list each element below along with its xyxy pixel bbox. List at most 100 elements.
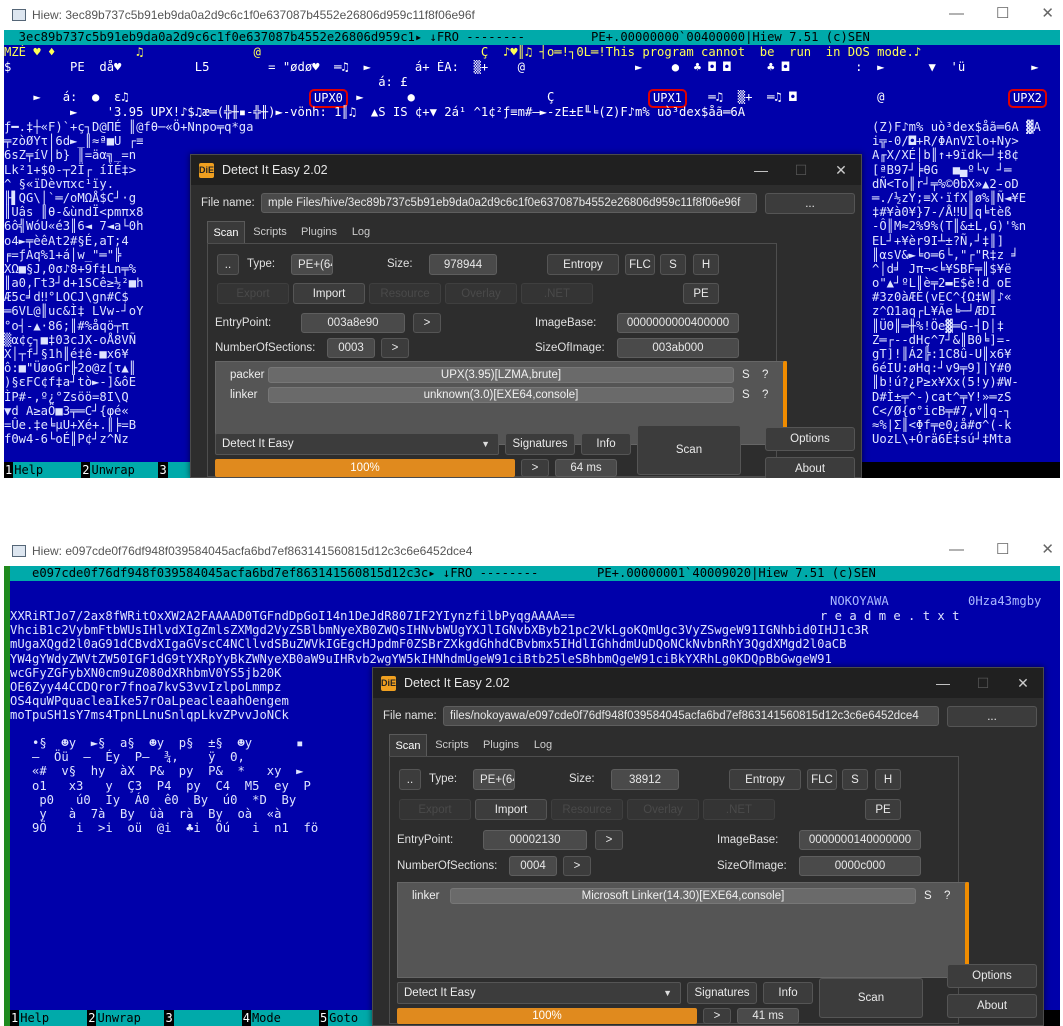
maximize-icon[interactable]: ☐ <box>996 6 1009 22</box>
result-signature-button[interactable]: S <box>742 389 762 401</box>
more-button[interactable]: .. <box>217 254 239 275</box>
browse-button[interactable]: ... <box>947 706 1037 727</box>
file-name-field[interactable]: files/nokoyawa/e097cde0f76df948f03958404… <box>443 706 939 726</box>
hiew-text-line: 6éIU:øHq:┘v9╤9]|Y#Θ <box>872 361 1012 376</box>
tab-plugins[interactable]: Plugins <box>295 221 343 243</box>
close-icon[interactable]: ✕ <box>821 155 861 185</box>
imagebase-label: ImageBase: <box>717 834 779 846</box>
minimize-icon[interactable]: — <box>923 668 963 698</box>
export-button[interactable]: Export <box>217 283 289 304</box>
tab-scan[interactable]: Scan <box>207 221 245 243</box>
entrypoint-go-button[interactable]: > <box>413 313 441 333</box>
type-select[interactable]: PE+(64) <box>473 769 515 790</box>
strings-button[interactable]: S <box>660 254 686 275</box>
hex-button[interactable]: H <box>875 769 901 790</box>
entropy-button[interactable]: Entropy <box>729 769 801 790</box>
function-key[interactable]: 1 Help <box>10 1010 88 1026</box>
info-button[interactable]: Info <box>763 982 813 1004</box>
options-button[interactable]: Options <box>947 964 1037 988</box>
sizeofimage-label: SizeOfImage: <box>717 860 787 872</box>
hiew-text-line: y à 7à By ûà rà By oà «à <box>10 806 282 821</box>
browse-button[interactable]: ... <box>765 193 855 214</box>
hiew-text-line: $ PE då♥ L5 = "ødø♥ ═♫ ► á+ ÉA: ▒+ @ ► ●… <box>4 60 1039 74</box>
type-select[interactable]: PE+(64) <box>291 254 333 275</box>
die-titlebar[interactable]: DiE Detect It Easy 2.02 — ☐ ✕ <box>191 155 861 185</box>
hiew-text-line: «# v§ hy àX P& py P& * xy ► <box>10 764 304 779</box>
engine-select[interactable]: Detect It Easy ▼ <box>397 982 681 1004</box>
about-button[interactable]: About <box>765 457 855 478</box>
signatures-button[interactable]: Signatures <box>505 433 575 455</box>
function-key-label: Unwrap <box>90 462 159 478</box>
signatures-button[interactable]: Signatures <box>687 982 757 1004</box>
strings-button[interactable]: S <box>842 769 868 790</box>
hiew-text-line: — Öü — Éy P— ¾, ÿ Θ, <box>10 750 245 765</box>
resource-button[interactable]: Resource <box>369 283 441 304</box>
result-row[interactable]: linker unknown(3.0)[EXE64,console] S ? <box>216 386 786 404</box>
hiew-text-line: p0 ú0 Iy Á0 ê0 By ú0 *D By <box>10 792 297 807</box>
entropy-button[interactable]: Entropy <box>547 254 619 275</box>
options-button[interactable]: Options <box>765 427 855 451</box>
overlay-button[interactable]: Overlay <box>627 799 699 820</box>
tab-scripts[interactable]: Scripts <box>247 221 293 243</box>
tab-log[interactable]: Log <box>527 734 559 756</box>
result-signature-button[interactable]: S <box>742 369 762 381</box>
hiew-text-line: D#Ì±╤^-)cat^╤Y!»═zS <box>872 389 1012 404</box>
tab-scan[interactable]: Scan <box>389 734 427 756</box>
maximize-icon[interactable]: ☐ <box>996 542 1009 558</box>
hiew-text-line: 9Ö i >i oü @i ♣i Öú i n1 fö <box>10 821 319 836</box>
net-button[interactable]: .NET <box>521 283 593 304</box>
result-row[interactable]: linker Microsoft Linker(14.30)[EXE64,con… <box>398 887 968 905</box>
function-key[interactable]: 2 Unwrap <box>87 1010 165 1026</box>
entrypoint-value: 003a8e90 <box>301 313 405 333</box>
hiew-text-line: z^Ω1aq┌L¥Ãe╘─┘ÆDI <box>872 304 997 319</box>
minimize-icon[interactable]: — <box>949 542 964 558</box>
hiew-text-line: ═./½zY;≡X·ïfX║ø%║Ñ◄¥E <box>872 190 1027 205</box>
result-row[interactable]: packer UPX(3.95)[LZMA,brute] S ? <box>216 366 786 384</box>
die-titlebar[interactable]: DiE Detect It Easy 2.02 — ☐ ✕ <box>373 668 1043 698</box>
about-button[interactable]: About <box>947 994 1037 1018</box>
maximize-icon: ☐ <box>976 674 990 691</box>
function-key[interactable]: 3 <box>164 1010 242 1026</box>
close-icon[interactable]: ✕ <box>1041 542 1054 558</box>
minimize-icon[interactable]: — <box>741 155 781 185</box>
result-value: Microsoft Linker(14.30)[EXE64,console] <box>450 888 916 904</box>
scan-button[interactable]: Scan <box>819 978 923 1018</box>
tab-scripts[interactable]: Scripts <box>429 734 475 756</box>
export-button[interactable]: Export <box>399 799 471 820</box>
minimize-icon[interactable]: — <box>949 6 964 22</box>
hiew-window-titlebar[interactable]: Hiew: e097cde0f76df948f039584045acfa6bd7… <box>4 536 1060 566</box>
hiew-window-titlebar[interactable]: Hiew: 3ec89b737c5b91eb9da0a2d9c6c1f0e637… <box>4 0 1060 30</box>
sections-go-button[interactable]: > <box>381 338 409 358</box>
hiew-text-line: EL┘+¥èr9I┴±?Ñ,┘‡║] <box>872 233 1005 248</box>
pe-button[interactable]: PE <box>865 799 901 820</box>
function-key[interactable]: 4 Mode <box>241 1010 319 1026</box>
flc-button[interactable]: FLC <box>625 254 655 275</box>
import-button[interactable]: Import <box>475 799 547 820</box>
flc-button[interactable]: FLC <box>807 769 837 790</box>
hex-button[interactable]: H <box>693 254 719 275</box>
result-signature-button[interactable]: S <box>924 890 944 902</box>
function-key[interactable]: 1 Help <box>4 462 82 478</box>
tab-plugins[interactable]: Plugins <box>477 734 525 756</box>
scan-button[interactable]: Scan <box>637 425 741 475</box>
function-key[interactable]: 2 Unwrap <box>81 462 159 478</box>
net-button[interactable]: .NET <box>703 799 775 820</box>
overlay-button[interactable]: Overlay <box>445 283 517 304</box>
engine-select-value: Detect It Easy <box>404 987 476 999</box>
function-key-label: Mode <box>250 1010 319 1026</box>
entrypoint-go-button[interactable]: > <box>595 830 623 850</box>
info-button[interactable]: Info <box>581 433 631 455</box>
file-name-field[interactable]: mple Files/hive/3ec89b737c5b91eb9da0a2d9… <box>261 193 757 213</box>
pe-button[interactable]: PE <box>683 283 719 304</box>
import-button[interactable]: Import <box>293 283 365 304</box>
progress-go-button[interactable]: > <box>521 459 549 477</box>
engine-select[interactable]: Detect It Easy ▼ <box>215 433 499 455</box>
close-icon[interactable]: ✕ <box>1003 668 1043 698</box>
resource-button[interactable]: Resource <box>551 799 623 820</box>
tab-log[interactable]: Log <box>345 221 377 243</box>
close-icon[interactable]: ✕ <box>1041 6 1054 22</box>
progress-go-button[interactable]: > <box>703 1008 731 1024</box>
sections-go-button[interactable]: > <box>563 856 591 876</box>
sizeofimage-label: SizeOfImage: <box>535 342 605 354</box>
more-button[interactable]: .. <box>399 769 421 790</box>
